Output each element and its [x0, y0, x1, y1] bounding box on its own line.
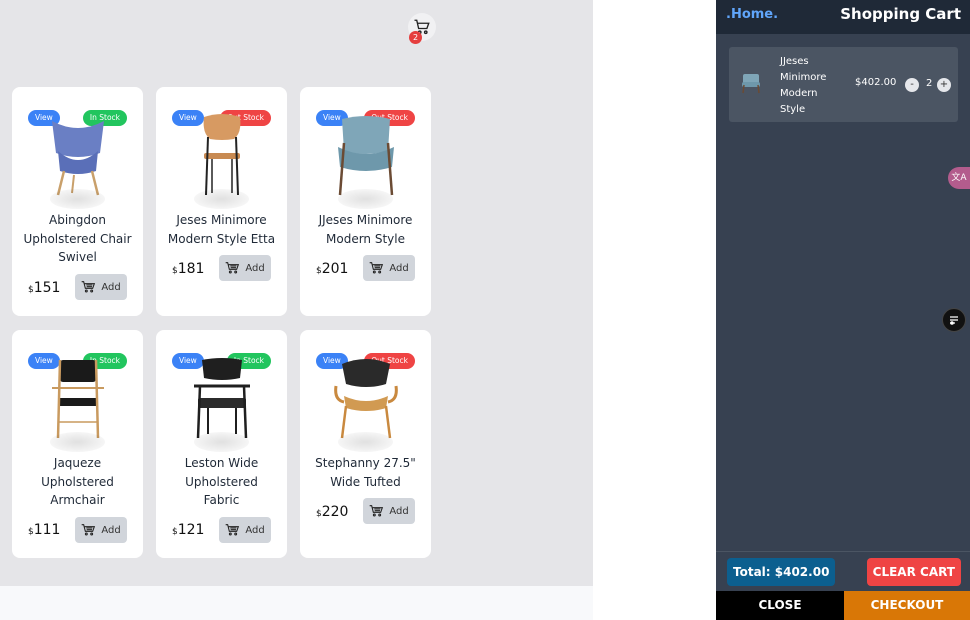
shopping-cart-icon — [369, 262, 384, 274]
cart-header: .Home. Shopping Cart — [716, 0, 970, 34]
product-image — [300, 352, 431, 452]
add-to-cart-button[interactable]: Add — [75, 517, 127, 543]
product-area: 2 View In Stock Abingdon Upholstered Cha… — [0, 0, 593, 586]
product-image — [300, 109, 431, 209]
product-price: $151 — [28, 280, 61, 296]
product-name: Jaqueze Upholstered Armchair — [41, 456, 114, 507]
add-to-cart-button[interactable]: Add — [363, 255, 415, 281]
close-cart-button[interactable]: CLOSE — [716, 591, 844, 620]
product-image — [12, 352, 143, 452]
product-price: $220 — [316, 504, 349, 520]
checkout-button[interactable]: CHECKOUT — [844, 591, 970, 620]
product-name: Jeses Minimore Modern Style Etta — [167, 213, 276, 246]
shopping-cart-icon — [225, 524, 240, 536]
product-card: View Out Stock Jeses Minimore Modern Sty… — [156, 87, 287, 316]
product-card: View Out Stock Stephanny 27.5" Wide Tuft… — [300, 330, 431, 558]
clear-cart-button[interactable]: CLEAR CART — [866, 558, 961, 586]
shopping-cart-icon — [81, 524, 96, 536]
cart-item-price: $402.00 — [855, 77, 897, 88]
product-image — [156, 109, 287, 209]
decrease-quantity-button[interactable]: - — [905, 78, 919, 92]
add-to-cart-button[interactable]: Add — [219, 517, 271, 543]
product-card: View In Stock Leston Wide Upholstered Fa… — [156, 330, 287, 558]
product-image — [12, 109, 143, 209]
product-name: Abingdon Upholstered Chair Swivel — [23, 213, 132, 264]
product-name: Stephanny 27.5" Wide Tufted — [315, 456, 416, 489]
cart-title: Shopping Cart — [840, 5, 961, 23]
product-price: $181 — [172, 261, 205, 277]
shopping-cart-icon — [225, 262, 240, 274]
cart-item-image — [742, 74, 760, 94]
cart-count-badge: 2 — [409, 31, 422, 44]
add-to-cart-button[interactable]: Add — [363, 498, 415, 524]
cart-item: JJeses Minimore Modern Style $402.00 - 2… — [729, 47, 958, 122]
increase-quantity-button[interactable]: + — [937, 78, 951, 92]
product-card: View In Stock Jaqueze Upholstered Armcha… — [12, 330, 143, 558]
page-footer — [0, 586, 593, 620]
translate-icon[interactable]: 文A — [948, 167, 970, 189]
shopping-cart-icon — [81, 281, 96, 293]
product-price: $121 — [172, 522, 205, 538]
add-to-cart-button[interactable]: Add — [219, 255, 271, 281]
product-name: Leston Wide Upholstered Fabric — [184, 456, 259, 507]
shopping-cart-panel: .Home. Shopping Cart JJeses Minimore Mod… — [716, 0, 970, 620]
product-price: $201 — [316, 261, 349, 277]
product-price: $111 — [28, 522, 61, 538]
product-name: JJeses Minimore Modern Style — [318, 213, 413, 246]
toolbar-icon[interactable] — [942, 308, 966, 332]
product-card: View In Stock Abingdon Upholstered Chair… — [12, 87, 143, 316]
product-image — [156, 352, 287, 452]
product-card: View Out Stock JJeses Minimore Modern St… — [300, 87, 431, 316]
cart-total: Total: $402.00 — [727, 558, 836, 586]
add-to-cart-button[interactable]: Add — [75, 274, 127, 300]
cart-item-name: JJeses Minimore Modern Style — [780, 56, 827, 115]
cart-toggle-button[interactable]: 2 — [408, 13, 436, 44]
cart-item-quantity: 2 — [926, 78, 933, 89]
shopping-cart-icon — [369, 505, 384, 517]
home-link[interactable]: .Home. — [726, 7, 778, 22]
cart-summary-bar: Total: $402.00 CLEAR CART — [716, 551, 970, 591]
